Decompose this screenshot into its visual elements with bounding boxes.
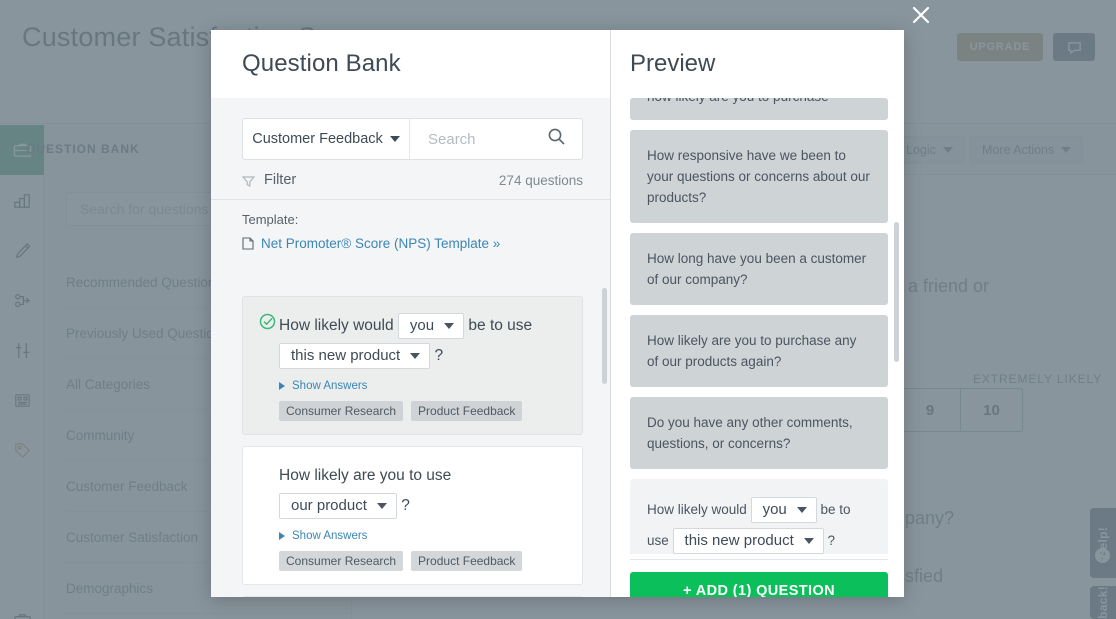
question-card-list: How likely would you be to use this new …	[211, 282, 610, 597]
search-row: Customer Feedback	[242, 118, 583, 160]
question-bank-controls: Customer Feedback	[211, 98, 610, 160]
question-dropdown-2-value: this new product	[291, 346, 401, 364]
preview-scrollbar[interactable]	[894, 102, 899, 550]
question-dropdown-1[interactable]: our product	[279, 492, 397, 519]
preview-header: Preview	[611, 30, 903, 98]
preview-dropdown-1-value: you	[762, 501, 787, 519]
question-card[interactable]: How likely would you be to use this new …	[242, 296, 583, 435]
question-text-after: ?	[401, 497, 410, 514]
question-tag[interactable]: Product Feedback	[411, 401, 523, 421]
preview-card-new[interactable]: How likely would you be to use this new …	[630, 479, 888, 554]
preview-new-text-before: How likely would	[647, 502, 747, 517]
search-field-wrapper[interactable]	[410, 119, 582, 159]
chevron-down-icon	[796, 507, 807, 514]
search-input[interactable]	[428, 130, 547, 148]
preview-dropdown-2[interactable]: this new product	[672, 528, 824, 554]
scrollbar-thumb[interactable]	[602, 288, 607, 384]
filter-funnel-icon	[241, 175, 256, 187]
category-select[interactable]: Customer Feedback	[243, 119, 410, 159]
category-select-value: Customer Feedback	[252, 131, 383, 147]
question-text-after: ?	[434, 347, 444, 364]
question-card[interactable]: How likely are you to use our product ? …	[242, 446, 583, 585]
question-tag[interactable]: Consumer Research	[279, 401, 404, 421]
close-icon[interactable]	[907, 1, 935, 29]
question-bank-pane: Question Bank Customer Feedback Search F…	[211, 30, 611, 597]
preview-new-text-after: ?	[827, 533, 836, 548]
question-text-line-2: this new product ?	[261, 341, 564, 371]
question-tag[interactable]: Product Feedback	[411, 551, 523, 571]
question-tags: Consumer Research Product Feedback	[279, 551, 564, 571]
question-bank-header: Question Bank	[211, 30, 610, 98]
preview-footer: + ADD (1) QUESTION	[630, 559, 888, 597]
chevron-down-icon	[389, 136, 400, 142]
question-text-line-1: How likely would you be to use	[261, 311, 564, 341]
question-dropdown-2[interactable]: this new product	[279, 342, 431, 369]
filter-row: Filter 274 questions	[211, 160, 610, 200]
chevron-down-icon	[803, 538, 814, 545]
question-text-before: How likely would	[279, 317, 394, 334]
template-page-icon	[242, 237, 254, 250]
preview-card-partial-text: how likely are you to purchase	[647, 98, 871, 107]
question-dropdown-1-value: our product	[291, 496, 367, 514]
template-label: Template:	[242, 212, 299, 227]
preview-card[interactable]: How long have you been a customer of our…	[630, 233, 888, 305]
template-link[interactable]: Net Promoter® Score (NPS) Template »	[242, 236, 579, 251]
question-bank-modal: Question Bank Customer Feedback Search F…	[211, 30, 904, 597]
search-icon[interactable]	[547, 127, 566, 151]
question-bank-scrollbar[interactable]	[602, 288, 607, 588]
preview-new-text-mid2: use	[647, 533, 669, 548]
question-text-line-1: How likely are you to use	[261, 461, 564, 491]
question-dropdown-1[interactable]: you	[397, 312, 465, 339]
preview-pane: Preview how likely are you to purchase H…	[611, 30, 903, 597]
question-card[interactable]	[242, 596, 583, 597]
scrollbar-thumb[interactable]	[894, 222, 899, 362]
show-answers-label: Show Answers	[292, 530, 368, 542]
template-link-label: Net Promoter® Score (NPS) Template »	[261, 236, 501, 251]
question-tags: Consumer Research Product Feedback	[279, 401, 564, 421]
question-tag[interactable]: Consumer Research	[279, 551, 404, 571]
question-dropdown-1-value: you	[409, 316, 435, 334]
question-text-mid: be to use	[468, 317, 533, 334]
app-root: Customer Satisfaction Survey UPGRADE SUM…	[0, 0, 1116, 619]
question-bank-title: Question Bank	[242, 50, 401, 77]
preview-dropdown-1[interactable]: you	[750, 497, 817, 524]
preview-new-text-mid: be to	[820, 502, 851, 517]
show-answers-toggle[interactable]: Show Answers	[279, 380, 564, 392]
chevron-down-icon	[376, 502, 387, 509]
template-section: Template: Net Promoter® Score (NPS) Temp…	[211, 200, 610, 251]
show-answers-label: Show Answers	[292, 380, 368, 392]
question-count: 274 questions	[498, 172, 583, 188]
preview-card-partial[interactable]: how likely are you to purchase	[630, 98, 888, 120]
add-question-button[interactable]: + ADD (1) QUESTION	[630, 572, 888, 597]
triangle-right-icon	[279, 532, 285, 540]
preview-question-list: how likely are you to purchase How respo…	[630, 98, 888, 554]
preview-card[interactable]: Do you have any other comments, question…	[630, 397, 888, 469]
preview-card[interactable]: How likely are you to purchase any of ou…	[630, 315, 888, 387]
chevron-down-icon	[444, 322, 455, 329]
chevron-down-icon	[410, 352, 421, 359]
question-text-line-2: our product ?	[261, 491, 564, 521]
preview-dropdown-2-value: this new product	[684, 532, 794, 550]
show-answers-toggle[interactable]: Show Answers	[279, 530, 564, 542]
question-text-before: How likely are you to use	[279, 467, 452, 484]
preview-card[interactable]: How responsive have we been to your ques…	[630, 130, 888, 223]
filter-label: Filter	[264, 172, 297, 188]
selected-check-icon	[259, 313, 276, 330]
filter-button[interactable]: Filter	[241, 172, 297, 188]
preview-title: Preview	[630, 50, 716, 77]
triangle-right-icon	[279, 382, 285, 390]
